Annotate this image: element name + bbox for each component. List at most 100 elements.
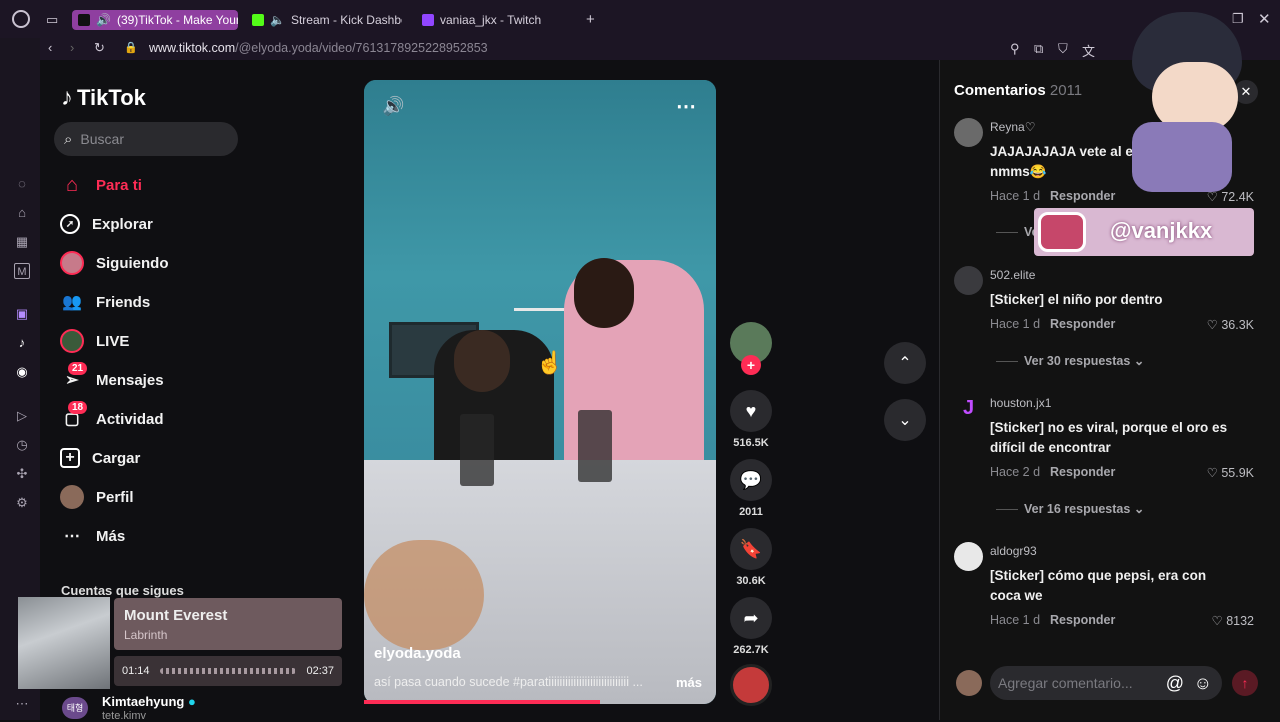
nav-friends[interactable]: 👥 Friends	[60, 287, 150, 317]
tiktok-note-icon: ♪	[61, 84, 73, 111]
profile-avatar-icon	[60, 485, 84, 509]
previous-video-button[interactable]: ⌃	[884, 342, 926, 384]
video-progress[interactable]	[364, 700, 600, 704]
forward-icon[interactable]: ›	[70, 40, 74, 55]
comment-button[interactable]: 💬	[730, 459, 772, 501]
play-icon[interactable]: ▷	[14, 408, 30, 424]
video-username[interactable]: elyoda.yoda	[374, 645, 461, 662]
snapshot-icon[interactable]: ⧉	[1034, 41, 1043, 57]
instagram-icon	[1038, 212, 1086, 252]
shield-icon[interactable]: ⛉	[1058, 41, 1068, 57]
nav-actividad[interactable]: ▢ 18 Actividad	[60, 401, 164, 434]
reply-button[interactable]: Responder	[1050, 189, 1115, 203]
reply-button[interactable]: Responder	[1050, 613, 1115, 627]
nav-perfil[interactable]: Perfil	[60, 482, 134, 512]
video-more-link[interactable]: más	[676, 675, 702, 690]
more-dots-icon[interactable]: ⋯	[14, 696, 30, 712]
nav-siguiendo[interactable]: Siguiendo	[60, 248, 169, 278]
album-art	[18, 597, 110, 689]
nav-mensajes[interactable]: ➢ 21 Mensajes	[60, 362, 164, 395]
extensions-icon[interactable]: ✣	[14, 466, 30, 482]
speaker-icon: 🔊	[96, 13, 111, 27]
view-replies-button[interactable]: Ve	[996, 225, 1039, 239]
nav-mas[interactable]: ⋯ Más	[60, 521, 125, 551]
comment-input[interactable]: Agregar comentario... @ ☺	[990, 666, 1222, 700]
pin-icon[interactable]: ⚲	[1010, 41, 1020, 57]
bag-icon[interactable]: ⌂	[14, 205, 30, 221]
cursor-icon: ☝	[536, 350, 564, 375]
comment-avatar[interactable]	[954, 118, 983, 147]
settings-icon[interactable]: ⚙	[14, 495, 30, 511]
nav-cargar[interactable]: + Cargar	[60, 443, 140, 473]
comment-likes[interactable]: ♡ 55.9K	[1200, 465, 1254, 480]
comment-likes[interactable]: ♡ 36.3K	[1200, 317, 1254, 332]
song-artist: Labrinth	[124, 628, 168, 642]
post-comment-button[interactable]: ↑	[1232, 670, 1258, 696]
tab-tiktok[interactable]: 🔊 (39)TikTok - Make Your	[72, 10, 238, 30]
comment-text: [Sticker] no es viral, porque el oro es …	[990, 420, 1228, 455]
close-window-icon[interactable]: ✕	[1258, 10, 1271, 28]
search-input[interactable]: ⌕ Buscar	[54, 122, 238, 156]
comment-text: [Sticker] el niño por dentro	[990, 292, 1163, 307]
comment-user[interactable]: 502.elite	[990, 268, 1035, 282]
video-player[interactable]: 🔊 ⋯ ☝	[364, 80, 716, 704]
view-replies-button[interactable]: Ver 16 respuestas ⌄	[996, 501, 1144, 516]
comment-user[interactable]: Reyna♡	[990, 120, 1035, 134]
nav-label: Siguiendo	[96, 254, 169, 272]
grid-icon[interactable]: ▦	[14, 234, 30, 250]
comments-count: 2011	[1049, 82, 1083, 99]
comments-title: Comentarios 2011	[954, 82, 1082, 99]
next-video-button[interactable]: ⌄	[884, 399, 926, 441]
discord-icon[interactable]: ◉	[14, 364, 30, 380]
reply-button[interactable]: Responder	[1050, 317, 1115, 331]
translate-icon[interactable]: 文	[1082, 41, 1095, 60]
reload-icon[interactable]: ↻	[94, 40, 105, 56]
comment-avatar[interactable]	[954, 266, 983, 295]
comment-user[interactable]: aldogr93	[990, 544, 1037, 558]
comment-likes[interactable]: ♡ 8132	[1200, 613, 1255, 628]
twitch-sidebar-icon[interactable]: ▣	[14, 306, 30, 322]
view-replies-button[interactable]: Ver 30 respuestas ⌄	[996, 353, 1144, 368]
spinner-icon[interactable]: ◌	[14, 176, 30, 192]
instagram-tag: @vanjkkx	[1034, 208, 1254, 256]
url-field[interactable]: www.tiktok.com/@elyoda.yoda/video/761317…	[149, 41, 488, 55]
logo-text: TikTok	[77, 85, 146, 110]
history-icon[interactable]: ◷	[14, 437, 30, 453]
comment-avatar[interactable]	[954, 542, 983, 571]
compass-icon: ➚	[60, 214, 80, 234]
comment-avatar[interactable]: J	[954, 394, 983, 423]
progress-bar[interactable]	[159, 668, 297, 674]
nav-explorar[interactable]: ➚ Explorar	[60, 209, 153, 239]
tiktok-logo[interactable]: ♪ TikTok	[61, 84, 146, 112]
m-app-icon[interactable]: M	[14, 263, 30, 279]
music-disc-icon[interactable]	[730, 664, 772, 706]
mention-icon[interactable]: @	[1166, 673, 1184, 694]
share-button[interactable]: ➦	[730, 597, 772, 639]
song-current-time: 01:14	[122, 665, 150, 677]
comment-meta: Hace 1 d Responder	[990, 189, 1115, 203]
tab-twitch[interactable]: vaniaa_jkx - Twitch	[416, 10, 576, 30]
tab-overview-icon[interactable]: ▭	[46, 12, 58, 28]
tiktok-sidebar-icon[interactable]: ♪	[14, 335, 30, 351]
volume-icon[interactable]: 🔊	[382, 96, 404, 117]
nav-label: LIVE	[96, 332, 130, 350]
emoji-icon[interactable]: ☺	[1194, 673, 1212, 694]
new-tab-icon[interactable]: +	[586, 11, 595, 28]
song-progress[interactable]: 01:14 02:37	[114, 656, 342, 686]
reply-button[interactable]: Responder	[1050, 465, 1115, 479]
tab-kick[interactable]: 🔈 Stream - Kick Dashboard	[246, 10, 402, 30]
back-icon[interactable]: ‹	[48, 40, 52, 55]
comment-user[interactable]: houston.jx1	[990, 396, 1051, 410]
video-more-icon[interactable]: ⋯	[676, 94, 696, 119]
follow-plus-icon[interactable]: +	[741, 355, 761, 375]
nav-live[interactable]: LIVE	[60, 326, 129, 356]
close-icon: ✕	[1240, 84, 1252, 99]
save-button[interactable]: 🔖	[730, 528, 772, 570]
like-button[interactable]: ♥	[730, 390, 772, 432]
arrow-up-icon: ↑	[1241, 675, 1249, 691]
comment-time: Hace 2 d	[990, 465, 1041, 479]
following-avatar[interactable]: 태형	[62, 697, 88, 719]
opera-logo-icon[interactable]	[12, 10, 30, 28]
following-handle: tete.kimv	[102, 710, 147, 722]
nav-para-ti[interactable]: ⌂ Para ti	[60, 170, 142, 200]
